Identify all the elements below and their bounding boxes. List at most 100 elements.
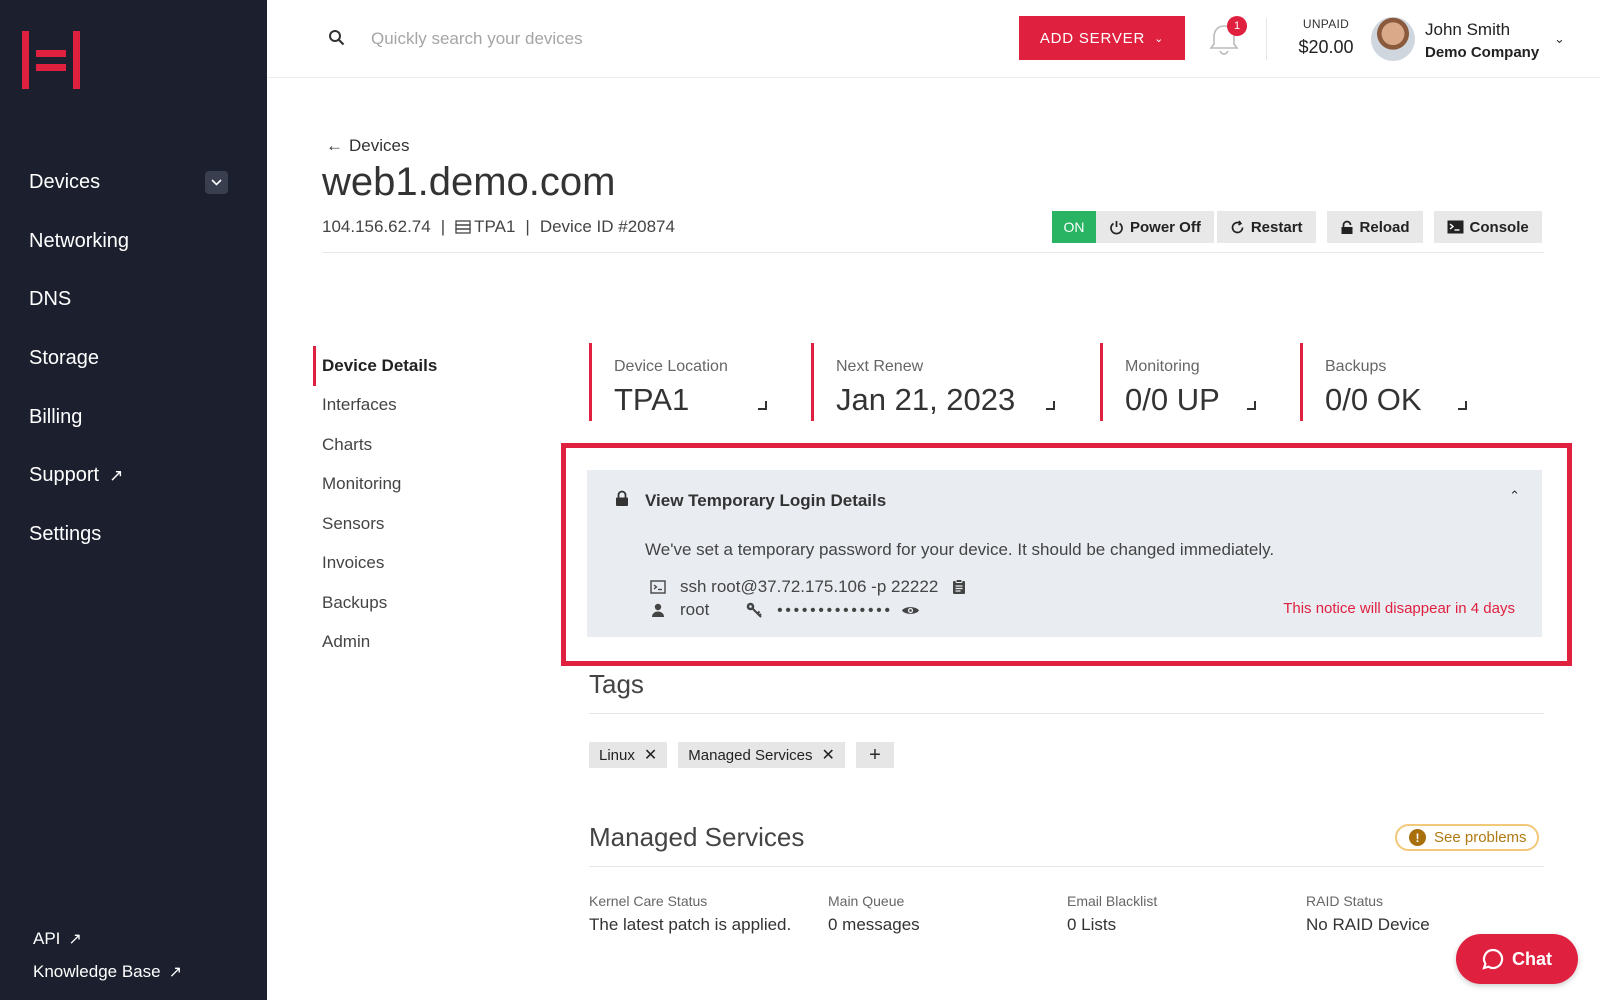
stat-card-next-renew[interactable]: Next Renew Jan 21, 2023 (811, 343, 1056, 421)
subnav-item-backups[interactable]: Backups (313, 583, 437, 623)
stat-card-backups[interactable]: Backups 0/0 OK (1300, 343, 1470, 421)
tag-item: Managed Services ✕ (678, 742, 845, 768)
api-link[interactable]: API ↗ (33, 922, 182, 955)
restart-button[interactable]: Restart (1216, 211, 1316, 243)
divider (589, 866, 1544, 867)
restart-icon (1231, 220, 1244, 233)
unpaid-balance[interactable]: UNPAID $20.00 (1282, 17, 1370, 58)
sidebar-item-networking[interactable]: Networking (0, 212, 267, 271)
clipboard-icon[interactable] (952, 579, 966, 595)
console-label: Console (1469, 218, 1529, 236)
stat-value: TPA1 (614, 382, 690, 417)
tag-list: Linux ✕ Managed Services ✕ + (589, 742, 894, 768)
restart-label: Restart (1250, 218, 1303, 236)
stat-label: Device Location (614, 358, 728, 375)
search-input[interactable] (371, 24, 791, 54)
chevron-down-icon: ⌄ (1154, 32, 1165, 45)
sidebar-item-label: DNS (29, 288, 72, 311)
key-icon (746, 602, 763, 618)
tag-label: Managed Services (688, 746, 813, 764)
credentials-row: root •••••••••••••• (650, 600, 920, 620)
see-problems-label: See problems (1434, 829, 1527, 846)
subnav-item-device-details[interactable]: Device Details (313, 346, 437, 386)
password-field[interactable]: •••••••••••••• (777, 602, 893, 619)
knowledge-base-link[interactable]: Knowledge Base ↗ (33, 955, 182, 988)
ssh-command-row: ssh root@37.72.175.106 -p 22222 (650, 577, 966, 597)
user-company: Demo Company (1425, 44, 1540, 61)
chevron-down-icon[interactable] (205, 170, 228, 194)
terminal-icon (1447, 220, 1464, 234)
subnav-item-admin[interactable]: Admin (313, 623, 437, 663)
sidebar-item-billing[interactable]: Billing (0, 388, 267, 447)
subnav-item-invoices[interactable]: Invoices (313, 544, 437, 584)
breadcrumb-back[interactable]: ← Devices (326, 136, 409, 156)
brand-logo[interactable] (22, 31, 80, 89)
sidebar-item-devices[interactable]: Devices (0, 153, 267, 212)
subnav-item-charts[interactable]: Charts (313, 425, 437, 465)
power-off-label: Power Off (1130, 218, 1201, 236)
sidebar-item-label: Devices (29, 170, 101, 193)
eye-icon[interactable] (901, 604, 920, 617)
device-id: Device ID #20874 (539, 217, 675, 236)
ms-value: No RAID Device (1306, 915, 1430, 934)
login-username: root (680, 600, 710, 619)
reload-button[interactable]: Reload (1326, 211, 1423, 243)
user-icon (652, 603, 664, 617)
ms-value: 0 messages (828, 915, 920, 934)
stat-card-monitoring[interactable]: Monitoring 0/0 UP (1100, 343, 1260, 421)
ms-value: 0 Lists (1067, 915, 1117, 934)
lock-icon (616, 490, 628, 506)
unpaid-amount: $20.00 (1298, 37, 1354, 57)
subnav-item-monitoring[interactable]: Monitoring (313, 465, 437, 505)
sidebar-item-label: Storage (29, 346, 100, 369)
tags-heading: Tags (589, 669, 644, 699)
avatar[interactable] (1371, 17, 1415, 61)
sidebar-item-label: Support (29, 464, 100, 487)
external-link-icon: ↗ (68, 930, 82, 948)
subnav-item-sensors[interactable]: Sensors (313, 504, 437, 544)
add-server-button[interactable]: ADD SERVER ⌄ (1019, 16, 1185, 60)
ms-label: Main Queue (828, 893, 905, 909)
terminal-icon (650, 580, 666, 594)
meta-separator: | (525, 217, 530, 236)
status-badge: ON (1052, 211, 1096, 243)
chat-button[interactable]: Chat (1456, 934, 1578, 984)
page-title: web1.demo.com (322, 160, 616, 204)
warning-icon: ! (1409, 829, 1426, 846)
knowledge-base-link-label: Knowledge Base (33, 961, 161, 981)
sidebar-item-settings[interactable]: Settings (0, 505, 267, 564)
device-meta: 104.156.62.74 | TPA1 | Device ID #20874 (322, 217, 675, 237)
sidebar-item-storage[interactable]: Storage (0, 329, 267, 388)
tag-label: Linux (599, 746, 635, 764)
chevron-up-icon[interactable]: ⌃ (1509, 488, 1520, 504)
chevron-down-icon[interactable]: ⌄ (1554, 31, 1565, 47)
console-button[interactable]: Console (1433, 211, 1542, 243)
subnav-item-interfaces[interactable]: Interfaces (313, 386, 437, 426)
lock-icon (1341, 220, 1353, 234)
sidebar-item-support[interactable]: Support ↗ (0, 446, 267, 505)
sidebar-bottom-links: API ↗ Knowledge Base ↗ (33, 922, 182, 988)
breadcrumb-label: Devices (349, 136, 410, 155)
reload-label: Reload (1359, 218, 1410, 236)
stat-card-device-location[interactable]: Device Location TPA1 (589, 343, 769, 421)
corner-arrow-icon (1046, 401, 1055, 410)
sidebar-item-dns[interactable]: DNS (0, 270, 267, 329)
corner-arrow-icon (1458, 401, 1467, 410)
header-divider (1266, 18, 1267, 60)
api-link-label: API (33, 928, 61, 948)
power-off-button[interactable]: Power Off (1096, 211, 1214, 243)
notice-message: We've set a temporary password for your … (645, 540, 1275, 559)
see-problems-button[interactable]: ! See problems (1395, 824, 1539, 851)
stat-label: Backups (1325, 358, 1387, 375)
stat-value: 0/0 UP (1125, 382, 1220, 417)
sidebar-item-label: Networking (29, 229, 130, 252)
external-link-icon: ↗ (109, 465, 124, 485)
close-icon[interactable]: ✕ (822, 745, 835, 765)
chat-bubble-icon (1482, 948, 1504, 970)
add-tag-button[interactable]: + (855, 742, 894, 768)
user-menu[interactable]: John Smith Demo Company (1425, 20, 1539, 61)
server-icon (455, 220, 471, 234)
close-icon[interactable]: ✕ (644, 745, 657, 765)
device-location: TPA1 (474, 217, 516, 236)
device-subnav: Device Details Interfaces Charts Monitor… (313, 346, 437, 662)
